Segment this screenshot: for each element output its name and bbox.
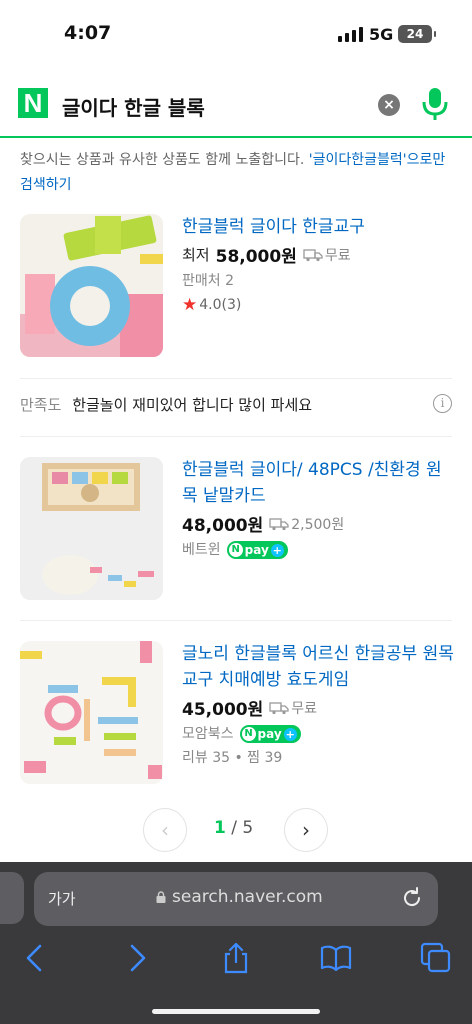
npay-badge: N pay + (239, 725, 301, 743)
review-wish-count: 리뷰 35 • 찜 39 (182, 750, 283, 766)
signal-icon (338, 27, 363, 42)
seller-row: 베트윈 N pay + (182, 540, 454, 560)
forward-icon[interactable] (118, 940, 154, 976)
product-title[interactable]: 글노리 한글블록 어르신 한글공부 원목교구 치매예방 효도게임 (182, 641, 454, 693)
plus-icon: + (283, 727, 297, 741)
divider (20, 378, 452, 379)
naver-logo[interactable]: N (18, 88, 48, 118)
bookmarks-icon[interactable] (318, 940, 354, 976)
price-prefix: 최저 (182, 246, 210, 264)
npay-label: pay (257, 727, 282, 741)
divider (20, 436, 452, 437)
search-input[interactable]: 글이다 한글 블록 (62, 92, 205, 121)
price-row: 최저 58,000원 무료 (182, 242, 454, 267)
current-page: 1 (214, 818, 226, 838)
page-separator: / (225, 818, 243, 838)
shipping-cost: 2,500원 (291, 516, 345, 533)
product-image[interactable] (20, 641, 163, 784)
back-icon[interactable] (18, 940, 54, 976)
product-title[interactable]: 한글블럭 글이다 한글교구 (182, 214, 454, 240)
clear-search-button[interactable]: × (378, 94, 400, 116)
truck-icon (269, 517, 289, 530)
product-title[interactable]: 한글블럭 글이다/ 48PCS /친환경 원목 낱말카드 (182, 457, 454, 509)
npay-n-icon: N (228, 543, 243, 557)
prev-page-button[interactable]: ‹ (143, 808, 187, 852)
navigation-toolbar (0, 940, 472, 980)
price-row: 48,000원 2,500원 (182, 511, 454, 536)
url-text: search.naver.com (172, 887, 323, 907)
product-image[interactable] (20, 457, 163, 600)
product-price: 45,000원 (182, 700, 264, 720)
rating: ★ 4.0 (3) (182, 295, 454, 315)
tabs-icon[interactable] (418, 940, 454, 976)
next-page-button[interactable]: › (284, 808, 328, 852)
seller-count: 판매처 2 (182, 273, 234, 289)
previous-tab-preview[interactable] (0, 872, 24, 924)
npay-n-icon: N (241, 727, 256, 741)
product-info: 글노리 한글블록 어르신 한글공부 원목교구 치매예방 효도게임 45,000원… (182, 641, 454, 768)
similar-products-notice: 찾으시는 상품과 유사한 상품도 함께 노출합니다. '글이다한글블럭'으로만 … (20, 148, 460, 198)
page-indicator: 1 / 5 (214, 818, 253, 838)
product-image[interactable] (20, 214, 163, 357)
notice-text: 찾으시는 상품과 유사한 상품도 함께 노출합니다. (20, 152, 309, 168)
status-bar: 4:07 5G 24 (0, 0, 472, 70)
rating-count: (3) (221, 297, 242, 313)
shipping-info: 무료 (269, 698, 317, 718)
product-price: 58,000원 (215, 247, 297, 267)
rating-value: 4.0 (199, 297, 222, 313)
home-indicator (152, 1009, 320, 1014)
plus-icon: + (270, 543, 284, 557)
network-label: 5G (369, 25, 394, 44)
star-icon: ★ (182, 295, 198, 315)
seller-name[interactable]: 모암북스 (182, 724, 234, 744)
search-header: N 글이다 한글 블록 × (0, 70, 472, 138)
seller-row: 모암북스 N pay + (182, 724, 454, 744)
price-row: 45,000원 무료 (182, 695, 454, 720)
product-card[interactable]: 한글블럭 글이다/ 48PCS /친환경 원목 낱말카드 48,000원 2,5… (20, 457, 452, 602)
product-card[interactable]: 한글블럭 글이다 한글교구 최저 58,000원 무료 판매처 2 ★ 4.0 … (20, 214, 452, 359)
info-icon[interactable]: i (433, 394, 452, 413)
shipping-cost: 무료 (324, 247, 351, 264)
text-size-button[interactable]: 가가 (48, 888, 76, 909)
microphone-icon[interactable] (420, 86, 450, 122)
npay-label: pay (244, 543, 269, 557)
total-pages: 5 (242, 818, 254, 838)
battery-icon: 24 (398, 25, 436, 43)
address-bar[interactable]: 가가 search.naver.com (34, 872, 438, 926)
shipping-cost: 무료 (291, 700, 318, 717)
lock-icon (156, 891, 166, 903)
share-icon[interactable] (218, 940, 254, 976)
reload-icon[interactable] (400, 886, 424, 910)
browser-toolbar: 가가 search.naver.com (0, 862, 472, 1024)
review-text: 한글놀이 재미있어 합니다 많이 파세요 (72, 396, 313, 414)
clock: 4:07 (64, 22, 112, 44)
truck-icon (303, 248, 323, 261)
product-info: 한글블럭 글이다/ 48PCS /친환경 원목 낱말카드 48,000원 2,5… (182, 457, 454, 560)
divider (20, 620, 452, 621)
review-label: 만족도 (20, 396, 62, 414)
product-info: 한글블럭 글이다 한글교구 최저 58,000원 무료 판매처 2 ★ 4.0 … (182, 214, 454, 315)
truck-icon (269, 701, 289, 714)
pagination: ‹ 1 / 5 › (0, 808, 472, 852)
url-display[interactable]: search.naver.com (156, 887, 323, 907)
shipping-info: 2,500원 (269, 514, 344, 534)
seller-name[interactable]: 베트윈 (182, 540, 221, 560)
npay-badge: N pay + (226, 541, 288, 559)
product-price: 48,000원 (182, 516, 264, 536)
review-snippet: 만족도 한글놀이 재미있어 합니다 많이 파세요 i (20, 394, 452, 415)
product-card[interactable]: 글노리 한글블록 어르신 한글공부 원목교구 치매예방 효도게임 45,000원… (20, 641, 454, 786)
shipping-info: 무료 (303, 245, 351, 265)
